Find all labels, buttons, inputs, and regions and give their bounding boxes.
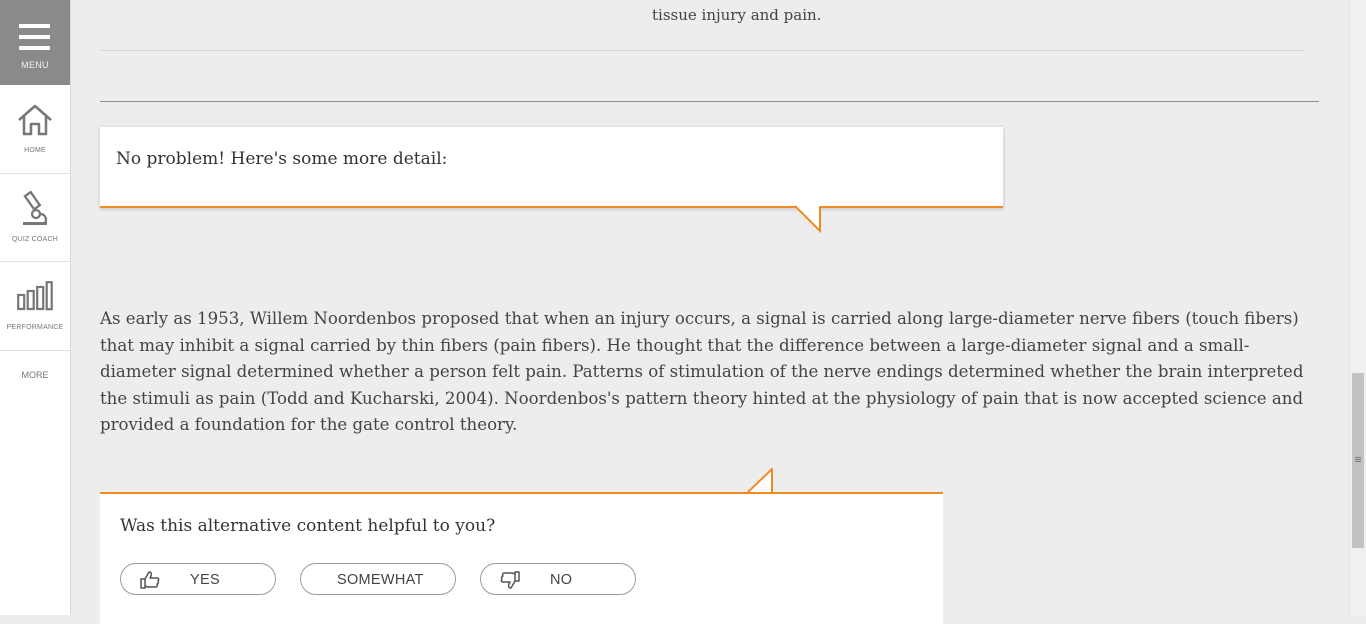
bar-chart-icon <box>17 281 53 311</box>
divider <box>100 101 1319 102</box>
scrollbar-grip <box>1355 459 1361 460</box>
sidebar-item-performance[interactable]: PERFORMANCE <box>0 261 70 351</box>
microscope-icon <box>23 190 48 225</box>
sidebar-item-home[interactable]: HOME <box>0 85 70 174</box>
hamburger-icon <box>19 24 50 50</box>
previous-text-fragment: tissue injury and pain. <box>652 6 822 24</box>
yes-button[interactable]: YES <box>120 563 276 595</box>
sidebar-item-label: QUIZ COACH <box>12 236 58 243</box>
somewhat-label: SOMEWHAT <box>337 572 424 588</box>
somewhat-button[interactable]: SOMEWHAT <box>300 563 456 595</box>
sidebar: MENU HOME QUIZ COACH PERFORMANCE MORE <box>0 0 71 615</box>
sidebar-item-label: HOME <box>24 147 46 154</box>
menu-button[interactable]: MENU <box>0 0 70 85</box>
detail-paragraph: As early as 1953, Willem Noordenbos prop… <box>100 309 1304 435</box>
coach-message-text: No problem! Here's some more detail: <box>116 149 448 169</box>
more-button[interactable]: MORE <box>0 370 70 380</box>
home-icon <box>18 104 52 136</box>
coach-message-bubble: No problem! Here's some more detail: <box>100 127 1003 208</box>
sidebar-item-label: PERFORMANCE <box>6 324 64 331</box>
thumbs-up-icon <box>140 571 160 589</box>
scrollbar-thumb[interactable] <box>1352 373 1364 548</box>
divider <box>100 50 1304 51</box>
feedback-question: Was this alternative content helpful to … <box>120 516 496 536</box>
scrollbar-grip <box>1355 457 1361 458</box>
speech-tail <box>795 205 821 234</box>
no-button[interactable]: NO <box>480 563 636 595</box>
feedback-panel: Was this alternative content helpful to … <box>100 492 943 624</box>
yes-label: YES <box>190 572 220 588</box>
no-label: NO <box>550 572 573 588</box>
vertical-scrollbar[interactable] <box>1349 0 1366 615</box>
thumbs-down-icon <box>500 571 520 589</box>
scrollbar-grip <box>1355 461 1361 462</box>
menu-label: MENU <box>21 60 49 70</box>
sidebar-item-quiz-coach[interactable]: QUIZ COACH <box>0 173 70 262</box>
